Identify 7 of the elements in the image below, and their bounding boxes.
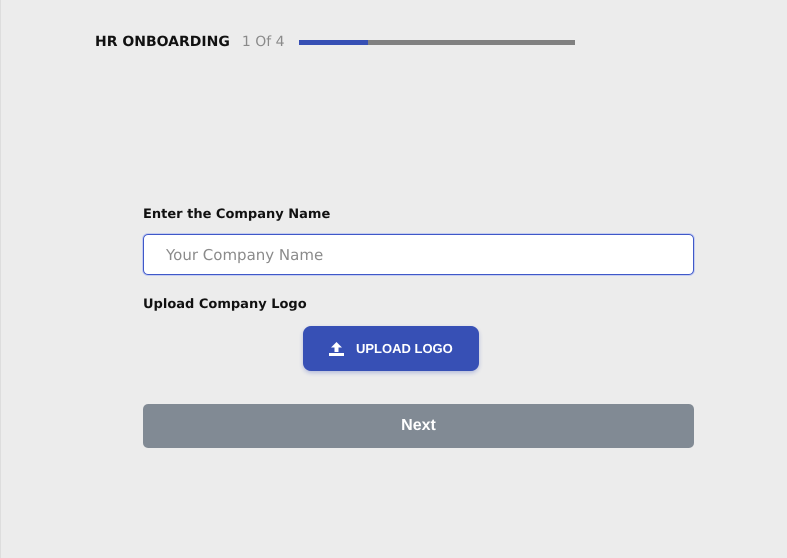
field-label: Enter the Company Name	[143, 207, 332, 222]
field-label: Upload Company Logo	[143, 297, 308, 312]
app-title: HR ONBOARDING	[95, 34, 230, 50]
upload-logo-button[interactable]: UPLOAD LOGO	[303, 326, 479, 371]
company-name-field[interactable]: Your Company Name	[143, 234, 694, 275]
step-counter: 1 Of 4	[242, 34, 285, 50]
upload-icon	[329, 342, 344, 356]
